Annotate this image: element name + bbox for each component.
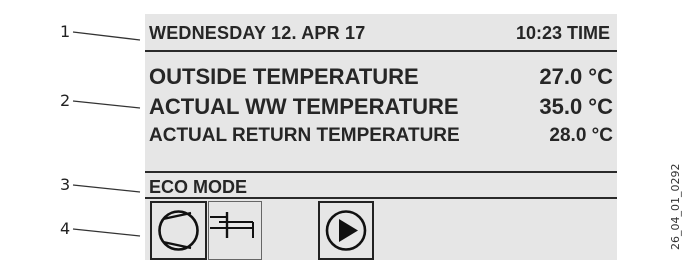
tap-icon [208,201,262,260]
pump-icon [318,201,374,260]
measurement-label: ACTUAL RETURN TEMPERATURE [149,125,460,146]
measurement-value: 27.0 °C [539,64,613,89]
leader-line [72,31,141,41]
header-row: WEDNESDAY 12. APR 17 10:23 TIME [145,14,617,52]
date-text: WEDNESDAY 12. APR 17 [149,23,366,43]
compressor-icon [150,201,207,260]
leader-line [72,184,141,193]
mode-text: ECO MODE [149,177,248,197]
callout-2: 2 [0,91,145,111]
leader-line [72,100,141,109]
time-text: 10:23 TIME [515,23,610,43]
measurement-value: 35.0 °C [539,94,613,119]
measurement-label: ACTUAL WW TEMPERATURE [149,94,459,119]
measurement-label: OUTSIDE TEMPERATURE [149,64,419,89]
callout-1: 1 [0,22,145,42]
controller-display: WEDNESDAY 12. APR 17 10:23 TIME OUTSIDE … [145,14,617,260]
callout-4: 4 [0,219,145,239]
callout-3: 3 [0,175,145,195]
mode-row: ECO MODE [145,171,617,199]
leader-line [72,228,141,237]
document-reference: 26_04_01_0292 [669,163,682,251]
measurement-value: 28.0 °C [549,125,613,146]
